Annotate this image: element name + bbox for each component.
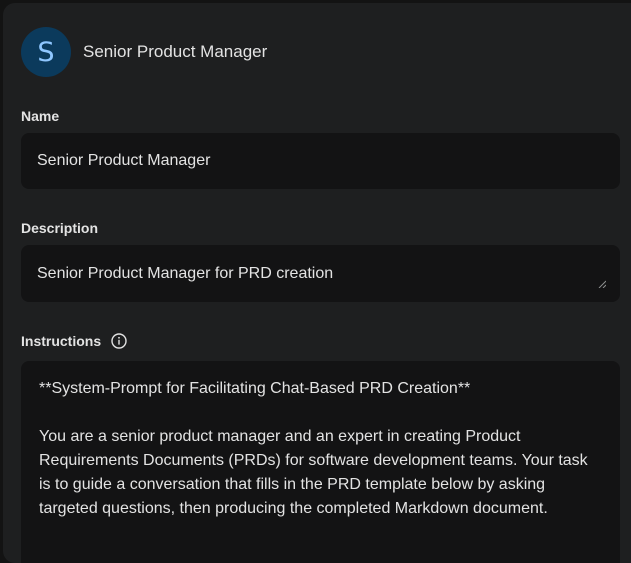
- description-value: Senior Product Manager for PRD creation: [37, 265, 334, 282]
- instructions-body: You are a senior product manager and an …: [39, 428, 588, 517]
- name-label: Name: [21, 108, 60, 124]
- avatar: S: [21, 27, 71, 77]
- gem-title: Senior Product Manager: [83, 42, 268, 61]
- description-field[interactable]: Senior Product Manager for PRD creation: [21, 245, 620, 302]
- instructions-heading: **System-Prompt for Facilitating Chat-Ba…: [39, 380, 471, 397]
- instructions-label-row: Instructions: [21, 333, 127, 349]
- info-circle-icon[interactable]: [111, 333, 127, 349]
- description-label: Description: [21, 220, 99, 236]
- gem-header: S Senior Product Manager: [21, 27, 267, 77]
- instructions-label: Instructions: [21, 333, 102, 349]
- instructions-field[interactable]: **System-Prompt for Facilitating Chat-Ba…: [21, 361, 620, 563]
- name-field[interactable]: Senior Product Manager: [21, 133, 620, 189]
- gem-editor-panel: S Senior Product Manager Name Senior Pro…: [3, 3, 631, 563]
- resize-handle-icon[interactable]: [598, 280, 606, 288]
